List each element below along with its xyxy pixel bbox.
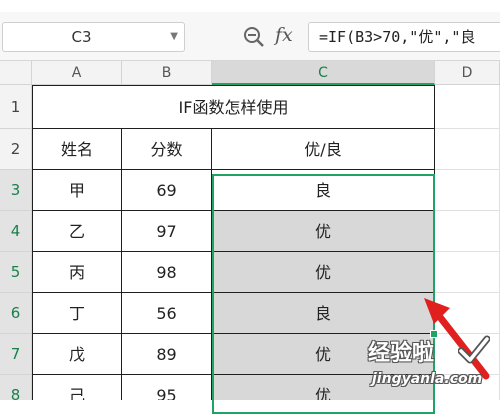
zoom-icon[interactable]: [243, 26, 265, 48]
column-header-d[interactable]: D: [435, 61, 500, 85]
cell-a8[interactable]: 己: [32, 375, 122, 400]
column-header-a[interactable]: A: [32, 61, 122, 85]
header-cell-name[interactable]: 姓名: [32, 129, 122, 170]
column-header-b[interactable]: B: [122, 61, 212, 85]
cell-d5[interactable]: [435, 252, 500, 293]
column-header-c[interactable]: C: [212, 61, 435, 85]
cell-c6[interactable]: 良: [212, 293, 435, 334]
row-header-8[interactable]: 8: [0, 375, 32, 400]
cell-a7[interactable]: 戊: [32, 334, 122, 375]
cell-c5[interactable]: 优: [212, 252, 435, 293]
cell-a4[interactable]: 乙: [32, 211, 122, 252]
row-header-6[interactable]: 6: [0, 293, 32, 334]
window-top-strip: [0, 0, 500, 12]
red-arrow-icon: [424, 298, 490, 380]
formula-bar: C3 ▼ fx =IF(B3>70,"优","良: [0, 12, 500, 61]
cell-b6[interactable]: 56: [122, 293, 212, 334]
cell-c7[interactable]: 优: [212, 334, 435, 375]
cell-b4[interactable]: 97: [122, 211, 212, 252]
dropdown-caret-icon[interactable]: ▼: [170, 23, 178, 51]
cell-b8[interactable]: 95: [122, 375, 212, 400]
header-cell-grade[interactable]: 优/良: [212, 129, 435, 170]
row-header-5[interactable]: 5: [0, 252, 32, 293]
fx-icon[interactable]: fx: [275, 24, 293, 46]
row-header-7[interactable]: 7: [0, 334, 32, 375]
cell-c8[interactable]: 优: [212, 375, 435, 400]
row-header-3[interactable]: 3: [0, 170, 32, 211]
cell-b7[interactable]: 89: [122, 334, 212, 375]
select-all-corner[interactable]: [0, 61, 32, 85]
header-cell-score[interactable]: 分数: [122, 129, 212, 170]
name-box-value: C3: [71, 28, 92, 46]
row-header-4[interactable]: 4: [0, 211, 32, 252]
cell-d2[interactable]: [435, 129, 500, 170]
cell-c4[interactable]: 优: [212, 211, 435, 252]
cell-b5[interactable]: 98: [122, 252, 212, 293]
cell-c3[interactable]: 良: [212, 170, 435, 211]
formula-input[interactable]: =IF(B3>70,"优","良: [308, 22, 500, 52]
title-cell[interactable]: IF函数怎样使用: [32, 85, 435, 129]
cell-d3[interactable]: [435, 170, 500, 211]
cell-a6[interactable]: 丁: [32, 293, 122, 334]
cell-a3[interactable]: 甲: [32, 170, 122, 211]
cell-b3[interactable]: 69: [122, 170, 212, 211]
cell-a5[interactable]: 丙: [32, 252, 122, 293]
row-header-2[interactable]: 2: [0, 129, 32, 170]
cell-d4[interactable]: [435, 211, 500, 252]
row-header-1[interactable]: 1: [0, 85, 32, 129]
name-box[interactable]: C3 ▼: [2, 22, 185, 52]
cell-d1[interactable]: [435, 85, 500, 129]
